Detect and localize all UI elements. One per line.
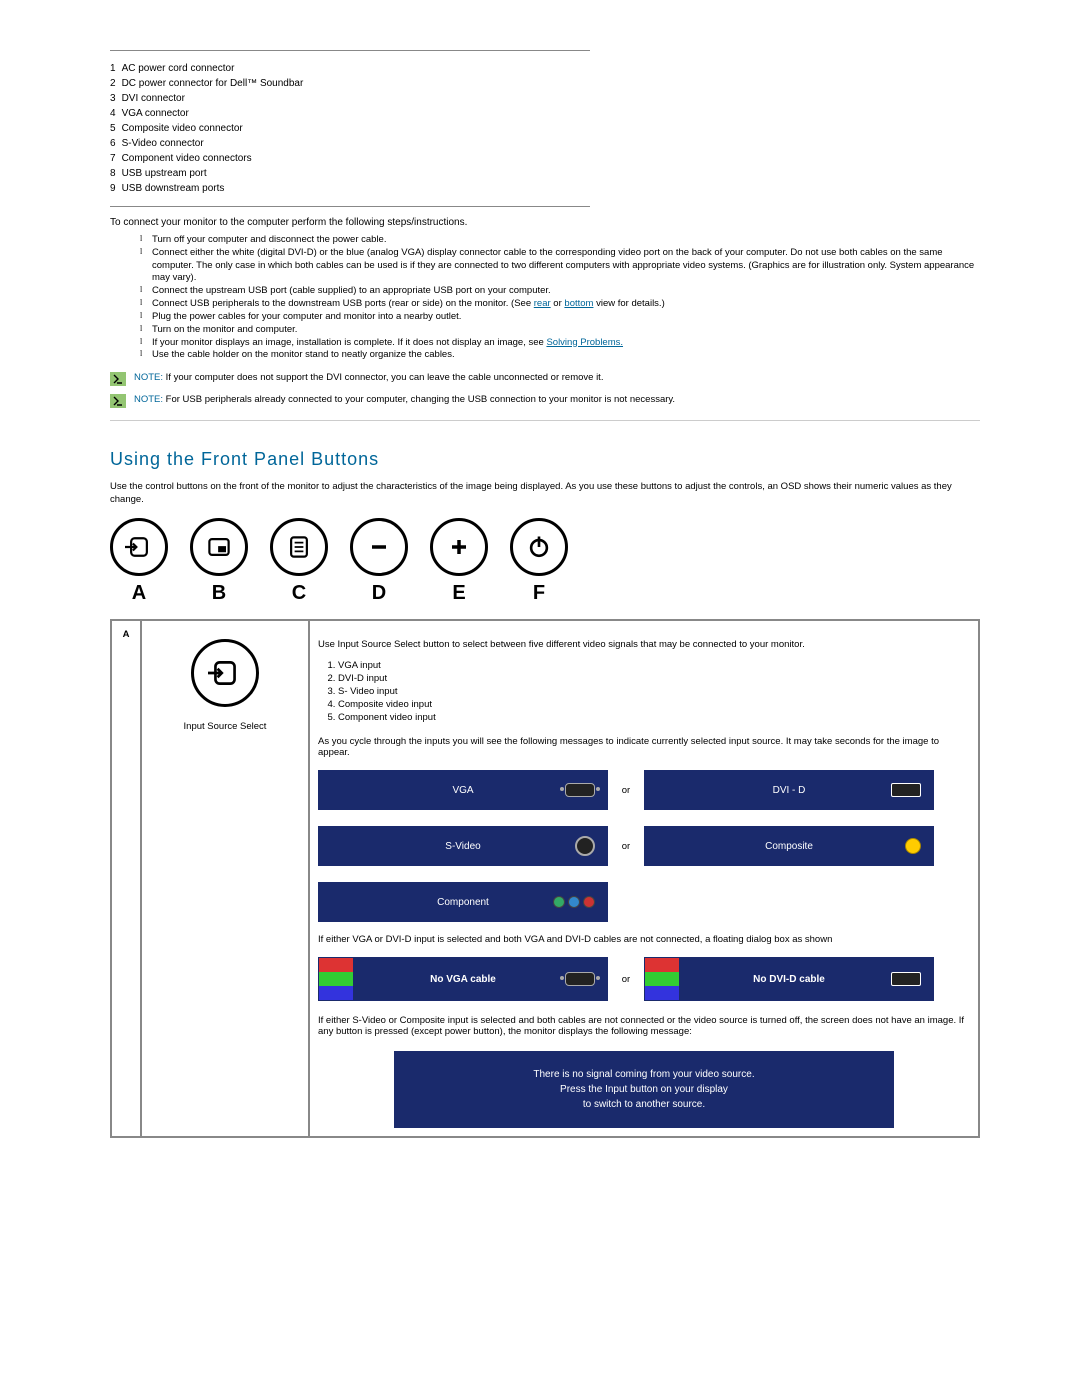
step-7: Use the cable holder on the monitor stan… (140, 349, 980, 362)
dvi-connector-icon (891, 783, 921, 797)
front-panel-buttons (110, 518, 980, 576)
section-title: Using the Front Panel Buttons (110, 449, 980, 470)
no-vga-cable: No VGA cable (318, 957, 608, 1001)
instruction-intro: To connect your monitor to the computer … (110, 217, 980, 228)
vga-connector-icon (565, 783, 595, 797)
note-icon (110, 372, 126, 386)
composite-connector-icon (905, 838, 921, 854)
input-source-label: Input Source Select (150, 721, 300, 732)
step-4: Connect USB peripherals to the downstrea… (140, 298, 980, 311)
no-cable-text: If either VGA or DVI-D input is selected… (318, 934, 970, 945)
step-5: Plug the power cables for your computer … (140, 311, 980, 324)
dvi-connector-icon (891, 972, 921, 986)
note-2: NOTE: For USB peripherals already connec… (110, 394, 980, 408)
input-source-icon (110, 518, 168, 576)
source-vga: VGA (318, 770, 608, 810)
step-3: Connect the upstream USB port (cable sup… (140, 285, 980, 298)
no-dvi-cable: No DVI-D cable (644, 957, 934, 1001)
step-6b: If your monitor displays an image, insta… (140, 337, 980, 350)
svideo-off-text: If either S-Video or Composite input is … (318, 1015, 970, 1037)
solving-problems-link[interactable]: Solving Problems. (546, 337, 623, 348)
input-list: VGA input DVI-D input S- Video input Com… (338, 659, 970, 724)
step-6: Turn on the monitor and computer. (140, 324, 980, 337)
svideo-connector-icon (575, 836, 595, 856)
minus-icon (350, 518, 408, 576)
input-source-icon (191, 639, 259, 707)
plus-icon (430, 518, 488, 576)
connection-steps: Turn off your computer and disconnect th… (140, 234, 980, 362)
table-description-cell: Use Input Source Select button to select… (309, 620, 979, 1137)
table-icon-cell: Input Source Select (141, 620, 309, 1137)
note-1: NOTE: If your computer does not support … (110, 372, 980, 386)
button-letters: ABCDEF (110, 582, 980, 605)
source-dvid: DVI - D (644, 770, 934, 810)
vga-connector-icon (565, 972, 595, 986)
bottom-link[interactable]: bottom (564, 298, 593, 309)
no-signal-message: There is no signal coming from your vide… (394, 1051, 894, 1128)
note-icon (110, 394, 126, 408)
table-key: A (111, 620, 141, 1137)
component-connector-icon (553, 896, 595, 908)
connector-list: 1AC power cord connector 2DC power conne… (110, 61, 309, 196)
button-description-table: A Input Source Select Use Input Source S… (110, 619, 980, 1138)
step-1: Turn off your computer and disconnect th… (140, 234, 980, 247)
section-description: Use the control buttons on the front of … (110, 480, 980, 507)
menu-icon (270, 518, 328, 576)
step-2: Connect either the white (digital DVI-D)… (140, 247, 980, 285)
table-intro: Use Input Source Select button to select… (318, 639, 970, 650)
rear-link[interactable]: rear (534, 298, 551, 309)
source-composite: Composite (644, 826, 934, 866)
pip-icon (190, 518, 248, 576)
cycle-text: As you cycle through the inputs you will… (318, 736, 970, 758)
power-icon (510, 518, 568, 576)
source-svideo: S-Video (318, 826, 608, 866)
source-component: Component (318, 882, 608, 922)
